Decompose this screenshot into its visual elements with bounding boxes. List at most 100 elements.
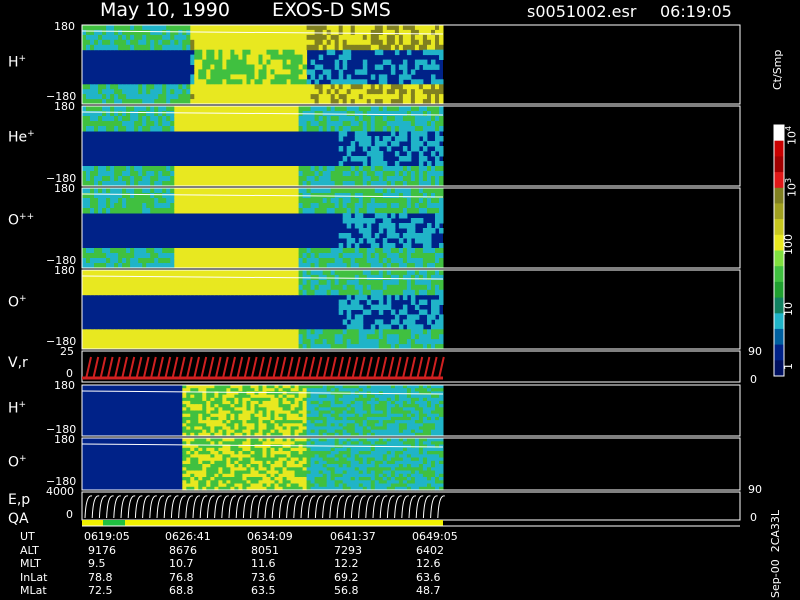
heatmap-cell: [118, 106, 123, 112]
heatmap-cell: [374, 121, 380, 127]
heatmap-cell: [178, 193, 183, 199]
heatmap-cell: [394, 394, 400, 399]
heatmap-cell: [218, 253, 223, 259]
heatmap-cell: [254, 253, 259, 259]
heatmap-cell: [206, 188, 211, 194]
heatmap-cell: [258, 203, 263, 209]
heatmap-cell: [342, 334, 348, 340]
heatmap-cell: [414, 274, 420, 281]
heatmap-cell: [410, 319, 416, 325]
heatmap-cell: [186, 176, 191, 182]
heatmap-cell: [270, 258, 275, 264]
heatmap-cell: [290, 74, 296, 80]
heatmap-cell: [394, 49, 400, 56]
heatmap-cell: [418, 258, 424, 264]
heatmap-cell: [422, 49, 428, 56]
heatmap-cell: [202, 188, 207, 194]
heatmap-cell: [362, 429, 368, 434]
heatmap-cell: [322, 116, 328, 122]
heatmap-cell: [234, 84, 239, 90]
heatmap-cell: [386, 410, 392, 415]
heatmap-cell: [118, 279, 123, 286]
heatmap-cell: [266, 413, 271, 418]
heatmap-cell: [86, 44, 91, 51]
heatmap-cell: [374, 136, 380, 142]
heatmap-cell: [202, 404, 207, 408]
heatmap-cell: [431, 385, 436, 389]
heatmap-cell: [386, 111, 392, 117]
heatmap-cell: [410, 274, 416, 281]
heatmap-cell: [190, 188, 195, 194]
heatmap-cell: [302, 394, 308, 399]
heatmap-cell: [278, 116, 283, 122]
heatmap-cell: [102, 121, 107, 127]
heatmap-cell: [427, 253, 432, 259]
heatmap-cell: [386, 258, 392, 264]
heatmap-cell: [322, 426, 328, 431]
heatmap-cell: [306, 413, 312, 418]
heatmap-cell: [362, 289, 368, 296]
heatmap-cell: [278, 54, 283, 60]
heatmap-cell: [190, 79, 195, 85]
heatmap-cell: [202, 54, 207, 60]
heatmap-cell: [394, 274, 400, 281]
heatmap-cell: [322, 248, 328, 254]
heatmap-cell: [370, 171, 376, 177]
heatmap-cell: [194, 111, 199, 117]
heatmap-cell: [394, 89, 400, 95]
heatmap-cell: [390, 279, 396, 286]
heatmap-cell: [338, 400, 344, 405]
heatmap-cell: [238, 253, 243, 259]
heatmap-cell: [258, 116, 263, 122]
heatmap-cell: [406, 116, 412, 122]
heatmap-cell: [242, 198, 247, 204]
heatmap-cell: [194, 59, 199, 65]
heatmap-cell: [278, 203, 283, 209]
heatmap-cell: [427, 208, 432, 214]
heatmap-cell: [118, 253, 123, 259]
heatmap-cell: [290, 106, 296, 112]
heatmap-cell: [410, 131, 416, 137]
heatmap-cell: [270, 203, 275, 209]
heatmap-cell: [354, 404, 360, 408]
heatmap-cell: [318, 329, 324, 335]
heatmap-cell: [194, 34, 199, 41]
heatmap-cell: [302, 39, 308, 46]
heatmap-cell: [310, 258, 316, 264]
heatmap-cell: [394, 426, 400, 431]
heatmap-cell: [126, 29, 131, 36]
heatmap-cell: [398, 198, 404, 204]
heatmap-cell: [270, 400, 275, 405]
heatmap-cell: [346, 420, 352, 424]
heatmap-cell: [194, 284, 199, 291]
heatmap-cell: [94, 106, 99, 112]
heatmap-cell: [406, 407, 412, 411]
heatmap-cell: [374, 49, 380, 56]
heatmap-cell: [435, 309, 440, 315]
heatmap-cell: [334, 94, 340, 100]
heatmap-cell: [278, 49, 283, 56]
heatmap-cell: [266, 391, 271, 396]
heatmap-cell: [214, 407, 219, 411]
heatmap-cell: [194, 407, 199, 411]
heatmap-cell: [98, 339, 103, 345]
heatmap-cell: [146, 334, 151, 340]
heatmap-cell: [126, 121, 131, 127]
heatmap-cell: [330, 279, 336, 286]
heatmap-cell: [222, 193, 227, 199]
heatmap-cell: [418, 410, 424, 415]
heatmap-cell: [246, 394, 251, 399]
heatmap-cell: [334, 84, 340, 90]
heatmap-cell: [218, 339, 223, 345]
heatmap-cell: [202, 410, 207, 415]
heatmap-cell: [150, 253, 155, 259]
heatmap-cell: [402, 429, 408, 434]
heatmap-cell: [286, 339, 292, 345]
heatmap-cell: [302, 253, 308, 259]
heatmap-cell: [210, 388, 215, 392]
heatmap-cell: [238, 413, 243, 418]
heatmap-cell: [186, 470, 191, 475]
heatmap-cell: [202, 116, 207, 122]
heatmap-cell: [302, 400, 308, 405]
heatmap-cell: [298, 410, 304, 415]
